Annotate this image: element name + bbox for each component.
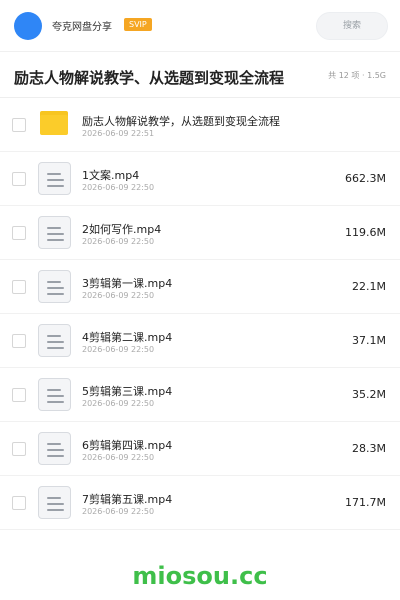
share-name: 夸克网盘分享 <box>52 22 112 33</box>
item-name: 励志人物解说教学，从选题到变现全流程 <box>82 115 280 128</box>
item-name: 3剪辑第一课.mp4 <box>82 277 173 290</box>
list-item[interactable]: 4剪辑第二课.mp4 2026-06-09 22:50 37.1M <box>0 314 400 368</box>
folder-meta: 共 12 项 · 1.5G <box>328 71 386 80</box>
item-checkbox[interactable] <box>12 118 26 132</box>
svip-badge: SVIP <box>124 18 152 31</box>
file-icon <box>38 270 71 303</box>
item-date: 2026-06-09 22:50 <box>82 507 155 516</box>
folder-icon <box>40 111 68 135</box>
file-list: 励志人物解说教学，从选题到变现全流程 2026-06-09 22:51 1文案.… <box>0 98 400 530</box>
item-date: 2026-06-09 22:50 <box>82 183 155 192</box>
item-checkbox[interactable] <box>12 280 26 294</box>
item-checkbox[interactable] <box>12 496 26 510</box>
list-item[interactable]: 3剪辑第一课.mp4 2026-06-09 22:50 22.1M <box>0 260 400 314</box>
item-checkbox[interactable] <box>12 388 26 402</box>
folder-title-bar: 励志人物解说教学、从选题到变现全流程 共 12 项 · 1.5G <box>0 52 400 98</box>
item-size: 37.1M <box>352 334 386 347</box>
item-size: 22.1M <box>352 280 386 293</box>
app-header: 夸克网盘分享 SVIP 搜索 <box>0 0 400 52</box>
item-checkbox[interactable] <box>12 442 26 456</box>
file-icon <box>38 432 71 465</box>
item-size: 171.7M <box>345 496 386 509</box>
search-input[interactable]: 搜索 <box>316 12 388 40</box>
item-name: 2如何写作.mp4 <box>82 223 162 236</box>
list-item[interactable]: 5剪辑第三课.mp4 2026-06-09 22:50 35.2M <box>0 368 400 422</box>
item-date: 2026-06-09 22:50 <box>82 291 155 300</box>
file-icon <box>38 162 71 195</box>
file-icon <box>38 378 71 411</box>
item-checkbox[interactable] <box>12 172 26 186</box>
item-date: 2026-06-09 22:50 <box>82 345 155 354</box>
item-date: 2026-06-09 22:51 <box>82 129 155 138</box>
avatar[interactable] <box>14 12 42 40</box>
watermark: miosou.cc <box>132 562 268 590</box>
item-checkbox[interactable] <box>12 226 26 240</box>
file-icon <box>38 486 71 519</box>
item-date: 2026-06-09 22:50 <box>82 399 155 408</box>
list-item[interactable]: 7剪辑第五课.mp4 2026-06-09 22:50 171.7M <box>0 476 400 530</box>
item-name: 6剪辑第四课.mp4 <box>82 439 173 452</box>
item-size: 662.3M <box>345 172 386 185</box>
list-item[interactable]: 6剪辑第四课.mp4 2026-06-09 22:50 28.3M <box>0 422 400 476</box>
page-title: 励志人物解说教学、从选题到变现全流程 <box>14 69 285 87</box>
item-name: 1文案.mp4 <box>82 169 140 182</box>
file-icon <box>38 216 71 249</box>
item-size: 119.6M <box>345 226 386 239</box>
item-checkbox[interactable] <box>12 334 26 348</box>
item-date: 2026-06-09 22:50 <box>82 453 155 462</box>
item-name: 7剪辑第五课.mp4 <box>82 493 173 506</box>
item-date: 2026-06-09 22:50 <box>82 237 155 246</box>
item-size: 35.2M <box>352 388 386 401</box>
list-item[interactable]: 励志人物解说教学，从选题到变现全流程 2026-06-09 22:51 <box>0 98 400 152</box>
item-name: 4剪辑第二课.mp4 <box>82 331 173 344</box>
list-item[interactable]: 2如何写作.mp4 2026-06-09 22:50 119.6M <box>0 206 400 260</box>
list-item[interactable]: 1文案.mp4 2026-06-09 22:50 662.3M <box>0 152 400 206</box>
item-size: 28.3M <box>352 442 386 455</box>
file-icon <box>38 324 71 357</box>
item-name: 5剪辑第三课.mp4 <box>82 385 173 398</box>
